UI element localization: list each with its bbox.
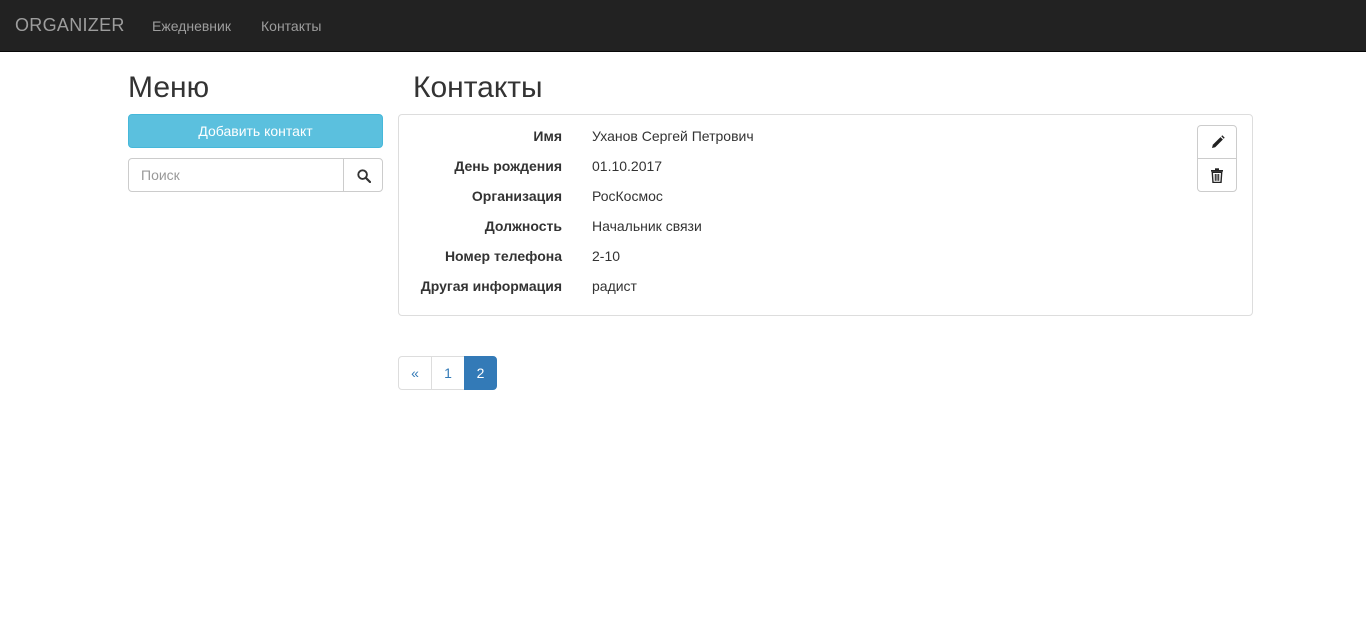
search-input[interactable] [128, 158, 344, 192]
field-label: Другая информация [420, 278, 562, 294]
field-value: Уханов Сергей Петрович [592, 128, 754, 144]
field-label: День рождения [454, 158, 562, 174]
menu-heading: Меню [128, 71, 210, 104]
field-label: Номер телефона [444, 248, 562, 264]
delete-contact-button[interactable] [1197, 158, 1237, 192]
field-row-organization: Организация РосКосмос [399, 186, 1179, 206]
field-value: Начальник связи [592, 218, 702, 234]
trash-icon [1211, 168, 1223, 183]
field-label: Должность [484, 218, 562, 234]
field-value: 01.10.2017 [592, 158, 663, 174]
field-value: 2-10 [592, 248, 621, 264]
field-value: радист [592, 278, 637, 294]
navbar: ORGANIZER Ежедневник Контакты [0, 0, 1366, 52]
nav-link-diary[interactable]: Ежедневник [152, 17, 231, 35]
add-contact-button[interactable]: Добавить контакт [128, 114, 383, 148]
nav-link-contacts[interactable]: Контакты [261, 17, 321, 35]
contacts-heading: Контакты [413, 71, 543, 104]
pagination-page-1[interactable]: 1 [431, 356, 465, 390]
edit-contact-button[interactable] [1197, 125, 1237, 159]
field-row-birthday: День рождения 01.10.2017 [399, 156, 1179, 176]
pagination-prev[interactable]: « [398, 356, 432, 390]
pagination-page-2-active[interactable]: 2 [464, 356, 497, 390]
field-row-phone: Номер телефона 2-10 [399, 246, 1179, 266]
search-group [128, 158, 383, 192]
contact-card: Имя Уханов Сергей Петрович День рождения… [398, 114, 1253, 316]
field-label: Имя [533, 128, 562, 144]
brand-logo[interactable]: ORGANIZER [15, 15, 125, 35]
field-row-other-info: Другая информация радист [399, 276, 1179, 296]
pencil-icon [1212, 135, 1225, 148]
field-label: Организация [471, 188, 562, 204]
field-row-position: Должность Начальник связи [399, 216, 1179, 236]
field-row-name: Имя Уханов Сергей Петрович [399, 126, 1179, 146]
field-value: РосКосмос [592, 188, 663, 204]
